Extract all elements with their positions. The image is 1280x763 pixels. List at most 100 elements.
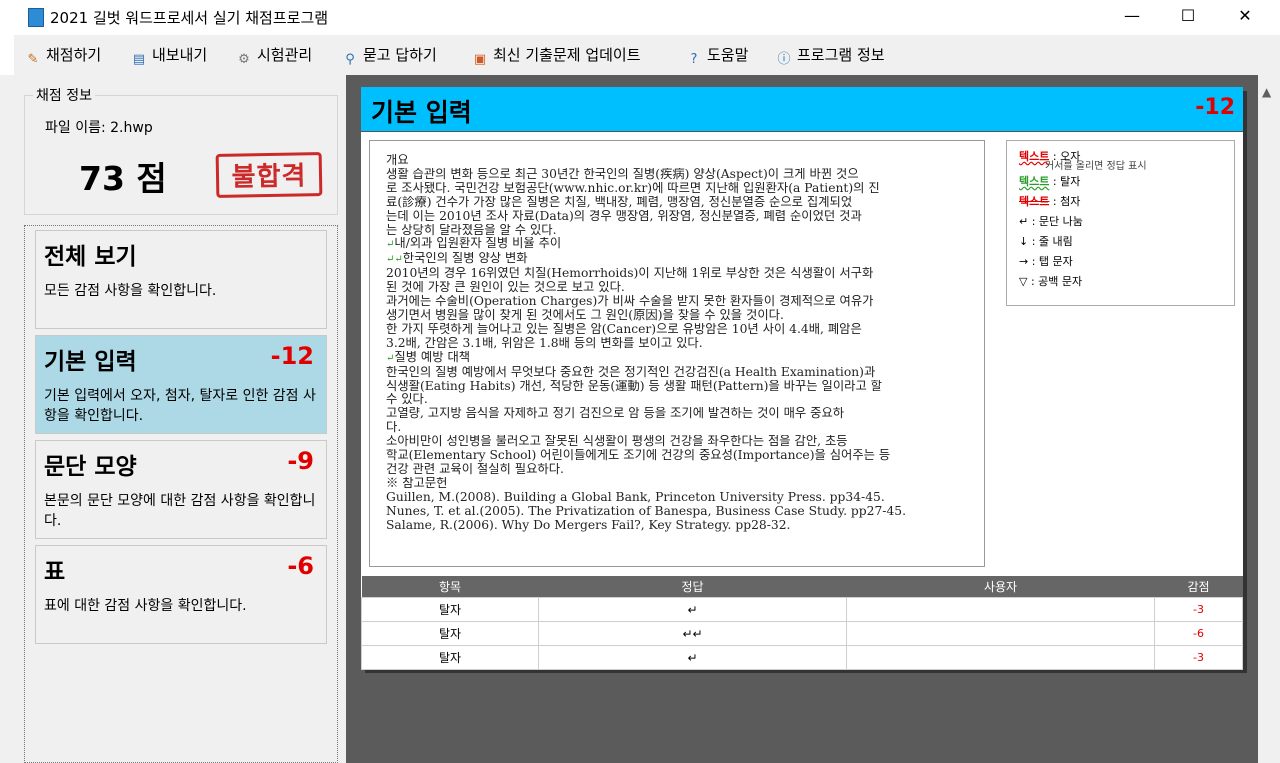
document-line: 학교(Elementary School) 어린이들에게도 조기에 건강의 중요… (386, 449, 891, 463)
document-line: 는데 이는 2010년 조사 자료(Data)의 경우 맹장염, 위장염, 정신… (386, 209, 862, 223)
category-list: 전체 보기 모든 감점 사항을 확인합니다. 기본 입력 -12 기본 입력에서… (24, 225, 338, 763)
document-line: ↵내/외과 입원환자 질병 비율 추이 (386, 237, 562, 251)
sidebar: 채점 정보 파일 이름: 2.hwp 73 점 불합격 전체 보기 모든 감점 … (14, 75, 346, 763)
document-line: 생활 습관의 변화 등으로 최근 30년간 한국인의 질병(疾病) 양상(Asp… (386, 167, 859, 181)
category-table-score: -6 (287, 552, 314, 580)
panel-header: 기본 입력 -12 (361, 87, 1243, 132)
file-name: 파일 이름: 2.hwp (45, 120, 153, 136)
legend-typo-hint: 커서를 올리면 정답 표시 (1045, 161, 1147, 172)
legend-extra-sample: 텍스트 (1019, 195, 1050, 208)
menu-qa[interactable]: ⚲ 묻고 답하기 (341, 44, 437, 67)
grading-info-legend: 채점 정보 (33, 85, 95, 105)
document-line: 2010년의 경우 16위였던 치질(Hemorrhoids)이 지난해 1위로… (386, 267, 874, 281)
detail-panel: 기본 입력 -12 개요 생활 습관의 변화 등으로 최근 30년간 한국인의 질… (361, 87, 1243, 670)
document-line: 3.2배, 간암은 3.1배, 위암은 1.8배 등의 변화를 보이고 있다. (386, 336, 703, 350)
cell-answer: ↵ (538, 597, 847, 622)
menu-export[interactable]: ▤ 내보내기 (130, 44, 208, 67)
category-basic-input-title: 기본 입력 (44, 349, 137, 375)
document-line: ↵↵한국인의 질병 양상 변화 (386, 252, 528, 266)
column-item: 항목 (361, 576, 539, 598)
category-basic-input-score: -12 (270, 342, 314, 370)
column-user: 사용자 (846, 576, 1155, 598)
document-line: 로 조사됐다. 국민건강 보험공단(www.nhic.or.kr)에 따르면 지… (386, 181, 880, 195)
title-bar: 2021 길벗 워드프로세서 실기 채점프로그램 — ☐ ✕ (0, 0, 1280, 34)
paragraph-mark: ↵ (386, 239, 395, 251)
save-icon: ▤ (132, 52, 146, 67)
menu-about-label: 프로그램 정보 (797, 46, 885, 64)
cell-user (846, 597, 1155, 622)
category-basic-input[interactable]: 기본 입력 -12 기본 입력에서 오자, 첨자, 탈자로 인한 감점 사항을 … (35, 335, 327, 434)
menu-export-label: 내보내기 (152, 46, 208, 64)
table-row[interactable]: 탈자 ↵↵ -6 (361, 621, 1243, 646)
menu-exam-manage[interactable]: ⚙ 시험관리 (235, 44, 313, 67)
document-line: 소아비만이 성인병을 불러오고 잘못된 식생활이 평생의 건강을 좌우한다는 점… (386, 435, 848, 449)
paragraph-mark: ↵↵ (386, 254, 403, 266)
document-line: 건강 관련 교육이 절실히 필요하다. (386, 462, 564, 476)
cell-deduction: -3 (1154, 597, 1243, 622)
category-table-desc: 표에 대한 감점 사항을 확인합니다. (44, 598, 247, 614)
legend-tab: → : 탭 문자 (1019, 255, 1073, 268)
document-line: 고열량, 고지방 음식을 자제하고 정기 검진으로 암 등을 조기에 발견하는 … (386, 407, 845, 421)
menu-help-label: 도움말 (707, 46, 749, 64)
legend-extra: 텍스트 : 첨자 (1019, 192, 1234, 212)
category-paragraph[interactable]: 문단 모양 -9 본문의 문단 모양에 대한 감점 사항을 확인합니다. (35, 440, 327, 539)
close-button[interactable]: ✕ (1222, 0, 1268, 32)
document-line: 료(診療) 건수가 가장 많은 질병은 치질, 백내장, 폐렴, 맹장염, 정신… (386, 195, 853, 209)
document-line: 생기면서 병원을 많이 찾게 된 것에서도 그 원인(原因)을 찾을 수 있을 … (386, 308, 784, 322)
menu-update[interactable]: ▣ 최신 기출문제 업데이트 (471, 44, 641, 67)
vertical-scrollbar[interactable]: ▲ (1258, 75, 1280, 763)
category-basic-input-desc: 기본 입력에서 오자, 첨자, 탈자로 인한 감점 사항을 확인합니다. (44, 388, 316, 424)
category-paragraph-score: -9 (287, 447, 314, 475)
document-preview: 개요 생활 습관의 변화 등으로 최근 30년간 한국인의 질병(疾病) 양상(A… (369, 140, 985, 567)
minimize-button[interactable]: — (1109, 0, 1155, 32)
legend-typo: 텍스트 : 오자 커서를 올리면 정답 표시 (1019, 147, 1234, 172)
cell-item: 탈자 (361, 597, 539, 622)
menu-exam-manage-label: 시험관리 (257, 46, 313, 64)
menu-grade[interactable]: ✎ 채점하기 (24, 44, 102, 67)
category-paragraph-desc: 본문의 문단 모양에 대한 감점 사항을 확인합니다. (44, 493, 316, 529)
qa-icon: ⚲ (345, 52, 355, 67)
cell-item: 탈자 (361, 621, 539, 646)
help-icon: ? (690, 52, 698, 67)
category-all-title: 전체 보기 (44, 244, 137, 270)
document-line: 다. (386, 421, 402, 435)
scroll-up-icon[interactable]: ▲ (1262, 85, 1271, 99)
cell-user (846, 621, 1155, 646)
document-line: Guillen, M.(2008). Building a Global Ban… (386, 490, 885, 504)
legend-paragraph: ↵ : 문단 나눔 (1019, 215, 1083, 228)
menu-about[interactable]: ⓘ 프로그램 정보 (775, 44, 885, 67)
paragraph-mark: ↵ (386, 352, 395, 364)
column-deduction: 감점 (1154, 576, 1243, 598)
legend-extra-label: : 첨자 (1049, 195, 1081, 208)
legend-space: ▽ : 공백 문자 (1019, 275, 1083, 288)
panel-title: 기본 입력 (371, 98, 472, 127)
table-row[interactable]: 탈자 ↵ -3 (361, 645, 1243, 670)
cell-answer: ↵ (538, 645, 847, 670)
document-line: 는 상당히 달라졌음을 알 수 있다. (386, 223, 557, 237)
document-line: Nunes, T. et al.(2005). The Privatizatio… (386, 504, 906, 518)
document-line: 수 있다. (386, 393, 428, 407)
category-all[interactable]: 전체 보기 모든 감점 사항을 확인합니다. (35, 230, 327, 329)
maximize-button[interactable]: ☐ (1165, 0, 1211, 32)
document-line: ↵질병 예방 대책 (386, 350, 471, 364)
legend-missing: 텍스트 : 탈자 (1019, 172, 1234, 192)
cell-deduction: -3 (1154, 645, 1243, 670)
app-icon (28, 8, 44, 27)
info-icon: ⓘ (777, 52, 791, 67)
menu-update-label: 최신 기출문제 업데이트 (493, 46, 641, 64)
table-row[interactable]: 탈자 ↵ -3 (361, 597, 1243, 622)
panel-score: -12 (1195, 95, 1235, 120)
document-line: 개요 (386, 154, 409, 167)
cell-item: 탈자 (361, 645, 539, 670)
category-table[interactable]: 표 -6 표에 대한 감점 사항을 확인합니다. (35, 545, 327, 644)
document-line: 한 가지 뚜렷하게 늘어나고 있는 질병은 암(Cancer)으로 유방암은 1… (386, 322, 862, 336)
total-score: 73 점 (79, 159, 167, 198)
menu-help[interactable]: ? 도움말 (685, 44, 749, 67)
legend-line-break: ↓ : 줄 내림 (1019, 235, 1073, 248)
column-answer: 정답 (538, 576, 847, 598)
grading-info-group: 채점 정보 파일 이름: 2.hwp 73 점 불합격 (24, 85, 338, 215)
document-line: 된 것에 가장 큰 원인이 있는 것으로 보고 있다. (386, 281, 625, 295)
legend-missing-label: : 탈자 (1049, 175, 1081, 188)
document-line: ※ 참고문헌 (386, 476, 448, 490)
menu-grade-label: 채점하기 (46, 46, 102, 64)
